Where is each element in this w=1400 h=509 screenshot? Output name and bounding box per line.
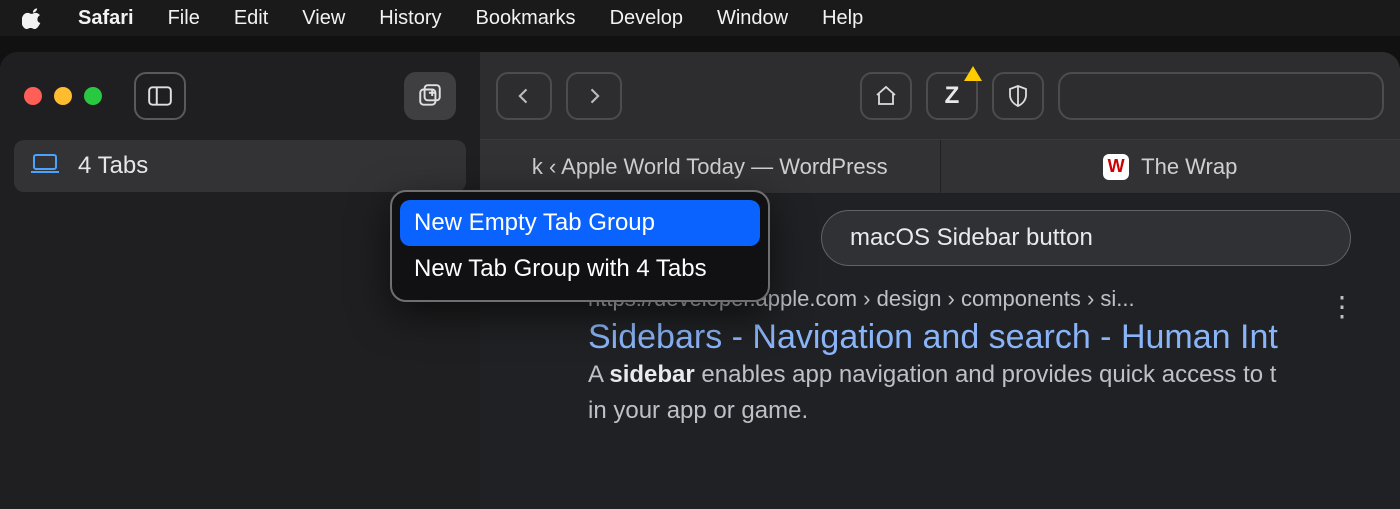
window-close-button[interactable] <box>24 87 42 105</box>
warning-badge-icon <box>964 66 982 81</box>
home-button[interactable] <box>860 72 912 120</box>
tab-title: k ‹ Apple World Today — WordPress <box>532 154 888 180</box>
window-traffic-lights <box>24 87 102 105</box>
menubar-app-name[interactable]: Safari <box>78 7 134 30</box>
tab-strip: k ‹ Apple World Today — WordPress W The … <box>480 140 1400 194</box>
privacy-shield-button[interactable] <box>992 72 1044 120</box>
toggle-sidebar-button[interactable] <box>134 72 186 120</box>
search-query-text: macOS Sidebar button <box>850 224 1093 252</box>
z-letter-icon: Z <box>945 82 960 110</box>
window-minimize-button[interactable] <box>54 87 72 105</box>
menu-item-label: New Tab Group with 4 Tabs <box>414 255 707 283</box>
address-bar[interactable] <box>1058 72 1384 120</box>
search-results: https://developer.apple.com › design › c… <box>480 282 1340 429</box>
menubar-item-history[interactable]: History <box>379 7 441 30</box>
menubar-item-develop[interactable]: Develop <box>610 7 683 30</box>
favicon-thewrap-icon: W <box>1103 154 1129 180</box>
new-tab-group-button[interactable] <box>404 72 456 120</box>
forward-button[interactable] <box>566 72 622 120</box>
menu-item-label: New Empty Tab Group <box>414 209 655 237</box>
menubar-item-help[interactable]: Help <box>822 7 863 30</box>
menubar-item-window[interactable]: Window <box>717 7 788 30</box>
result-title-link[interactable]: Sidebars - Navigation and search - Human… <box>588 318 1278 356</box>
apple-logo-icon[interactable] <box>22 7 44 29</box>
safari-window: 4 Tabs Z k <box>0 52 1400 509</box>
menu-item-new-tab-group-with-tabs[interactable]: New Tab Group with 4 Tabs <box>400 246 760 292</box>
tab-group-dropdown: New Empty Tab Group New Tab Group with 4… <box>390 190 770 302</box>
result-more-icon[interactable]: ⋮ <box>1328 290 1360 323</box>
menubar-item-view[interactable]: View <box>302 7 345 30</box>
menubar-item-bookmarks[interactable]: Bookmarks <box>476 7 576 30</box>
laptop-icon <box>30 153 60 180</box>
tab-2[interactable]: W The Wrap <box>941 140 1400 193</box>
back-button[interactable] <box>496 72 552 120</box>
menubar-item-edit[interactable]: Edit <box>234 7 268 30</box>
search-input[interactable]: macOS Sidebar button <box>821 210 1351 266</box>
sidebar-toolbar <box>0 52 480 140</box>
menubar-item-file[interactable]: File <box>168 7 200 30</box>
result-snippet: A sidebar enables app navigation and pro… <box>588 357 1340 429</box>
main-toolbar: Z <box>480 52 1400 140</box>
menu-item-new-empty-tab-group[interactable]: New Empty Tab Group <box>400 200 760 246</box>
sidebar-item-local-tabs[interactable]: 4 Tabs <box>14 140 466 192</box>
macos-menubar: Safari File Edit View History Bookmarks … <box>0 0 1400 36</box>
sidebar-item-label: 4 Tabs <box>78 152 148 180</box>
zotero-extension-button[interactable]: Z <box>926 72 978 120</box>
window-zoom-button[interactable] <box>84 87 102 105</box>
tab-1[interactable]: k ‹ Apple World Today — WordPress <box>480 140 941 193</box>
sidebar-list: 4 Tabs <box>0 140 480 192</box>
tab-title: The Wrap <box>1141 154 1237 180</box>
